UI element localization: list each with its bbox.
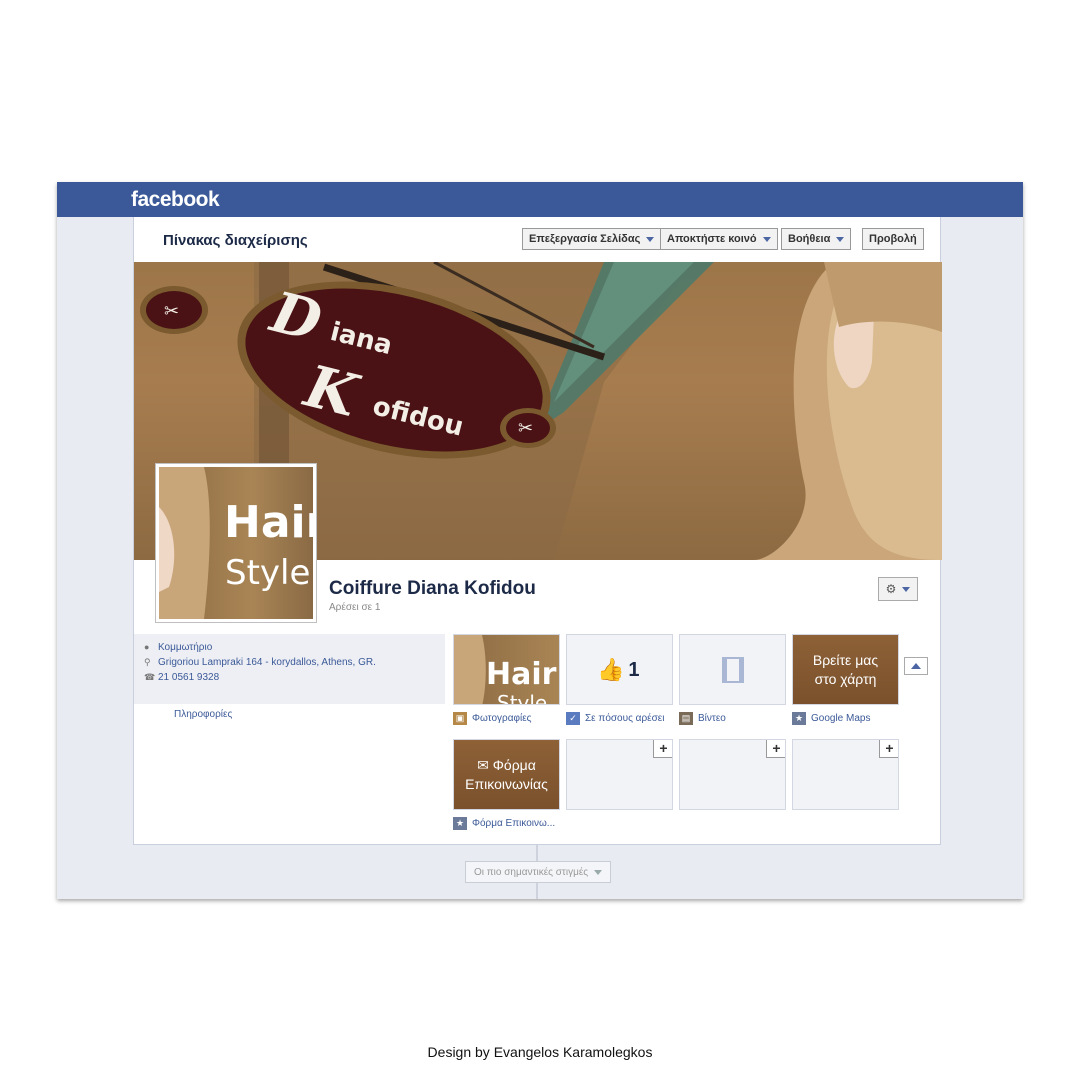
get-audience-label: Αποκτήστε κοινό [667, 233, 757, 245]
chevron-down-icon [762, 236, 771, 242]
star-icon: ★ [453, 817, 467, 830]
facebook-logo[interactable]: facebook [131, 188, 220, 212]
chevron-up-icon [911, 663, 921, 669]
video-icon: ▤ [679, 712, 693, 725]
like-icon: ✓ [566, 712, 580, 725]
page-container: Πίνακας διαχείρισης Επεξεργασία Σελίδας … [133, 217, 942, 845]
help-label: Βοήθεια [788, 233, 831, 245]
address-row: ⚲ Grigoriou Lampraki 164 - korydallos, A… [144, 657, 376, 668]
empty-app-slot[interactable]: + [679, 739, 786, 810]
maps-tile-line1: Βρείτε μας [812, 652, 879, 669]
likes-count: 1 [628, 658, 640, 681]
envelope-icon: ✉ [477, 757, 493, 774]
likes-tile[interactable]: 👍 1 [566, 634, 673, 705]
google-maps-tile[interactable]: Βρείτε μας στο χάρτη [792, 634, 899, 705]
facebook-page-mockup: facebook Πίνακας διαχείρισης Επεξεργασία… [57, 182, 1023, 899]
photos-icon: ▣ [453, 712, 467, 725]
admin-panel-title[interactable]: Πίνακας διαχείρισης [163, 232, 308, 249]
collapse-apps-button[interactable] [904, 657, 928, 675]
chevron-down-icon [836, 236, 845, 242]
add-app-button[interactable]: + [879, 740, 898, 758]
edit-page-label: Επεξεργασία Σελίδας [529, 233, 641, 245]
profile-text-style: Style [225, 553, 311, 593]
profile-text-hair: Hair [224, 497, 313, 548]
highlights-dropdown[interactable]: Οι πιο σημαντικές στιγμές [465, 861, 612, 883]
maps-tile-text: Βρείτε μας στο χάρτη [813, 651, 878, 687]
address-link[interactable]: Grigoriou Lampraki 164 - korydallos, Ath… [158, 657, 376, 668]
location-pin-icon: ⚲ [144, 657, 151, 667]
contact-label-text: Φόρμα Επικοινω... [472, 818, 556, 829]
video-app-label[interactable]: ▤ Βίντεο [679, 712, 726, 725]
settings-menu-button[interactable]: ⚙ [878, 577, 918, 601]
page-likes[interactable]: Αρέσει σε 1 [329, 602, 380, 613]
about-section: ● Κομμωτήριο ⚲ Grigoriou Lampraki 164 - … [134, 634, 445, 704]
chevron-down-icon [646, 236, 655, 242]
tag-icon: ● [144, 642, 150, 652]
category-row: ● Κομμωτήριο [144, 642, 212, 653]
photos-label-text: Φωτογραφίες [472, 713, 532, 724]
add-app-button[interactable]: + [766, 740, 785, 758]
plus-icon: + [772, 740, 781, 756]
star-icon: ★ [792, 712, 806, 725]
plus-icon: + [885, 740, 894, 756]
film-icon [722, 657, 744, 683]
chevron-down-icon [594, 869, 603, 875]
photos-tile-style: Style [497, 691, 548, 705]
maps-label-text: Google Maps [811, 713, 871, 724]
page-name[interactable]: Coiffure Diana Kofidou [329, 578, 536, 600]
highlights-label: Οι πιο σημαντικές στιγμές [474, 866, 589, 878]
phone-text: 21 0561 9328 [158, 672, 220, 683]
video-tile[interactable] [679, 634, 786, 705]
view-button[interactable]: Προβολή [862, 228, 924, 250]
contact-form-tile[interactable]: ✉ Φόρμα Επικοινωνίας [453, 739, 560, 810]
help-button[interactable]: Βοήθεια [781, 228, 852, 250]
photos-app-label[interactable]: ▣ Φωτογραφίες [453, 712, 531, 725]
contact-tile-text: ✉ Φόρμα Επικοινωνίας [465, 756, 548, 792]
svg-text:✂: ✂ [518, 418, 533, 439]
empty-app-slot[interactable]: + [566, 739, 673, 810]
profile-image: Hair Style [159, 467, 313, 619]
chevron-down-icon [902, 586, 911, 592]
get-audience-button[interactable]: Αποκτήστε κοινό [660, 228, 778, 250]
likes-app-label[interactable]: ✓ Σε πόσους αρέσει [566, 712, 664, 725]
profile-picture[interactable]: Hair Style [155, 463, 317, 623]
likes-label-text: Σε πόσους αρέσει [585, 713, 665, 724]
thumbs-up-icon: 👍 [597, 657, 625, 682]
likes-tile-content: 👍 1 [597, 657, 640, 683]
view-label: Προβολή [869, 233, 917, 245]
category-link[interactable]: Κομμωτήριο [158, 642, 212, 653]
add-app-button[interactable]: + [653, 740, 672, 758]
phone-row: ☎ 21 0561 9328 [144, 672, 220, 683]
gear-icon: ⚙ [885, 582, 897, 596]
video-label-text: Βίντεο [698, 713, 726, 724]
photos-tile[interactable]: Hair Style [453, 634, 560, 705]
info-link[interactable]: Πληροφορίες [174, 709, 232, 720]
contact-tile-line2: Επικοινωνίας [465, 775, 548, 792]
edit-page-button[interactable]: Επεξεργασία Σελίδας [522, 228, 662, 250]
svg-text:✂: ✂ [164, 301, 179, 322]
maps-app-label[interactable]: ★ Google Maps [792, 712, 870, 725]
contact-tile-line1: ✉ Φόρμα [465, 756, 548, 774]
plus-icon: + [659, 740, 668, 756]
maps-tile-line2: στο χάρτη [814, 670, 877, 687]
phone-icon: ☎ [144, 672, 156, 682]
empty-app-slot[interactable]: + [792, 739, 899, 810]
contact-app-label[interactable]: ★ Φόρμα Επικοινω... [453, 817, 555, 830]
design-credit: Design by Evangelos Karamolegkos [427, 1044, 653, 1060]
photos-tile-hair: Hair [486, 657, 557, 692]
contact-tile-line1-text: Φόρμα [492, 757, 536, 774]
facebook-top-bar: facebook [57, 182, 1023, 217]
